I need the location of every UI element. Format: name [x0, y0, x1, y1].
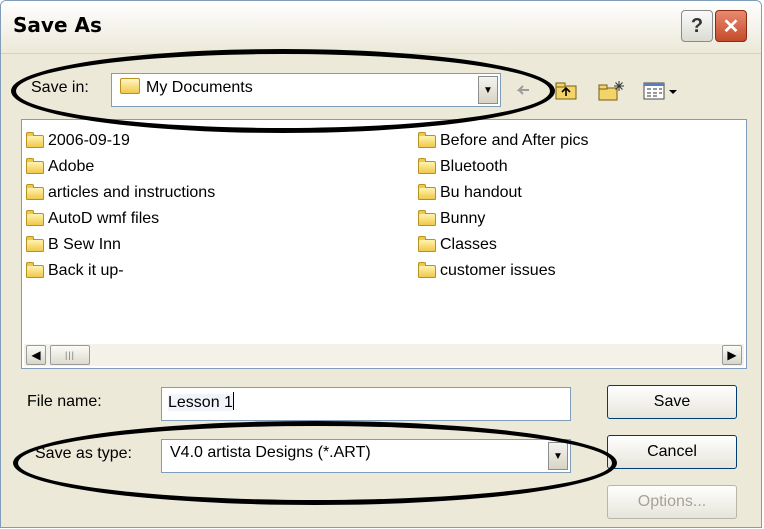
file-list-column-2: Before and After pics Bluetooth Bu hando…	[418, 128, 589, 284]
horizontal-scrollbar[interactable]: ◀ ||| ▶	[24, 344, 744, 366]
save-in-dropdown[interactable]: My Documents ▼	[111, 73, 501, 107]
save-button[interactable]: Save	[607, 385, 737, 419]
list-item[interactable]: Bunny	[418, 206, 589, 232]
folder-icon	[26, 261, 44, 278]
list-item[interactable]: 2006-09-19	[26, 128, 215, 154]
list-item[interactable]: Classes	[418, 232, 589, 258]
scroll-left-button[interactable]: ◀	[26, 345, 46, 365]
chevron-left-icon: ◀	[31, 348, 41, 362]
list-item[interactable]: Adobe	[26, 154, 215, 180]
up-folder-icon[interactable]	[551, 77, 581, 105]
list-item[interactable]: articles and instructions	[26, 180, 215, 206]
help-icon: ?	[690, 14, 704, 37]
options-button[interactable]: Options...	[607, 485, 737, 519]
list-item[interactable]: customer issues	[418, 258, 589, 284]
file-name-input[interactable]: Lesson 1	[161, 387, 571, 421]
file-name-label: File name:	[27, 393, 102, 410]
new-folder-icon[interactable]	[595, 77, 627, 105]
cancel-button[interactable]: Cancel	[607, 435, 737, 469]
chevron-right-icon: ▶	[727, 348, 737, 362]
folder-icon	[418, 261, 436, 278]
file-list[interactable]: 2006-09-19 Adobe articles and instructio…	[21, 119, 747, 369]
save-as-dialog: Save As ? ✕ Save in: My Documents ▼ 2006…	[0, 0, 762, 528]
text-cursor	[232, 392, 234, 410]
save-in-label: Save in:	[31, 79, 89, 96]
close-icon: ✕	[722, 15, 740, 38]
dialog-title: Save As	[13, 13, 102, 37]
chevron-down-icon[interactable]: ▼	[478, 76, 498, 104]
folder-icon	[26, 131, 44, 148]
save-as-type-label: Save as type:	[35, 445, 132, 462]
folder-icon	[26, 235, 44, 252]
save-as-type-dropdown[interactable]: V4.0 artista Designs (*.ART) ▼	[161, 439, 571, 473]
folder-icon	[26, 209, 44, 226]
save-in-value: My Documents	[120, 78, 253, 97]
folder-icon	[418, 183, 436, 200]
folder-icon	[26, 183, 44, 200]
folder-icon	[418, 157, 436, 174]
list-item[interactable]: Bluetooth	[418, 154, 589, 180]
folder-icon	[418, 209, 436, 226]
scroll-thumb[interactable]: |||	[50, 345, 90, 365]
list-item[interactable]: Before and After pics	[418, 128, 589, 154]
back-arrow-icon[interactable]	[509, 77, 535, 105]
list-item[interactable]: Back it up-	[26, 258, 215, 284]
close-button[interactable]: ✕	[715, 10, 747, 42]
my-documents-icon	[120, 78, 140, 94]
list-item[interactable]: Bu handout	[418, 180, 589, 206]
chevron-down-icon[interactable]: ▼	[548, 442, 568, 470]
scroll-right-button[interactable]: ▶	[722, 345, 742, 365]
folder-icon	[418, 235, 436, 252]
folder-icon	[418, 131, 436, 148]
title-bar[interactable]: Save As ? ✕	[1, 1, 761, 54]
list-item[interactable]: AutoD wmf files	[26, 206, 215, 232]
folder-icon	[26, 157, 44, 174]
save-as-type-value: V4.0 artista Designs (*.ART)	[170, 444, 371, 461]
file-list-column-1: 2006-09-19 Adobe articles and instructio…	[26, 128, 215, 284]
view-menu-icon[interactable]	[641, 77, 681, 105]
help-button[interactable]: ?	[681, 10, 713, 42]
grip-icon: |||	[64, 350, 75, 360]
list-item[interactable]: B Sew Inn	[26, 232, 215, 258]
